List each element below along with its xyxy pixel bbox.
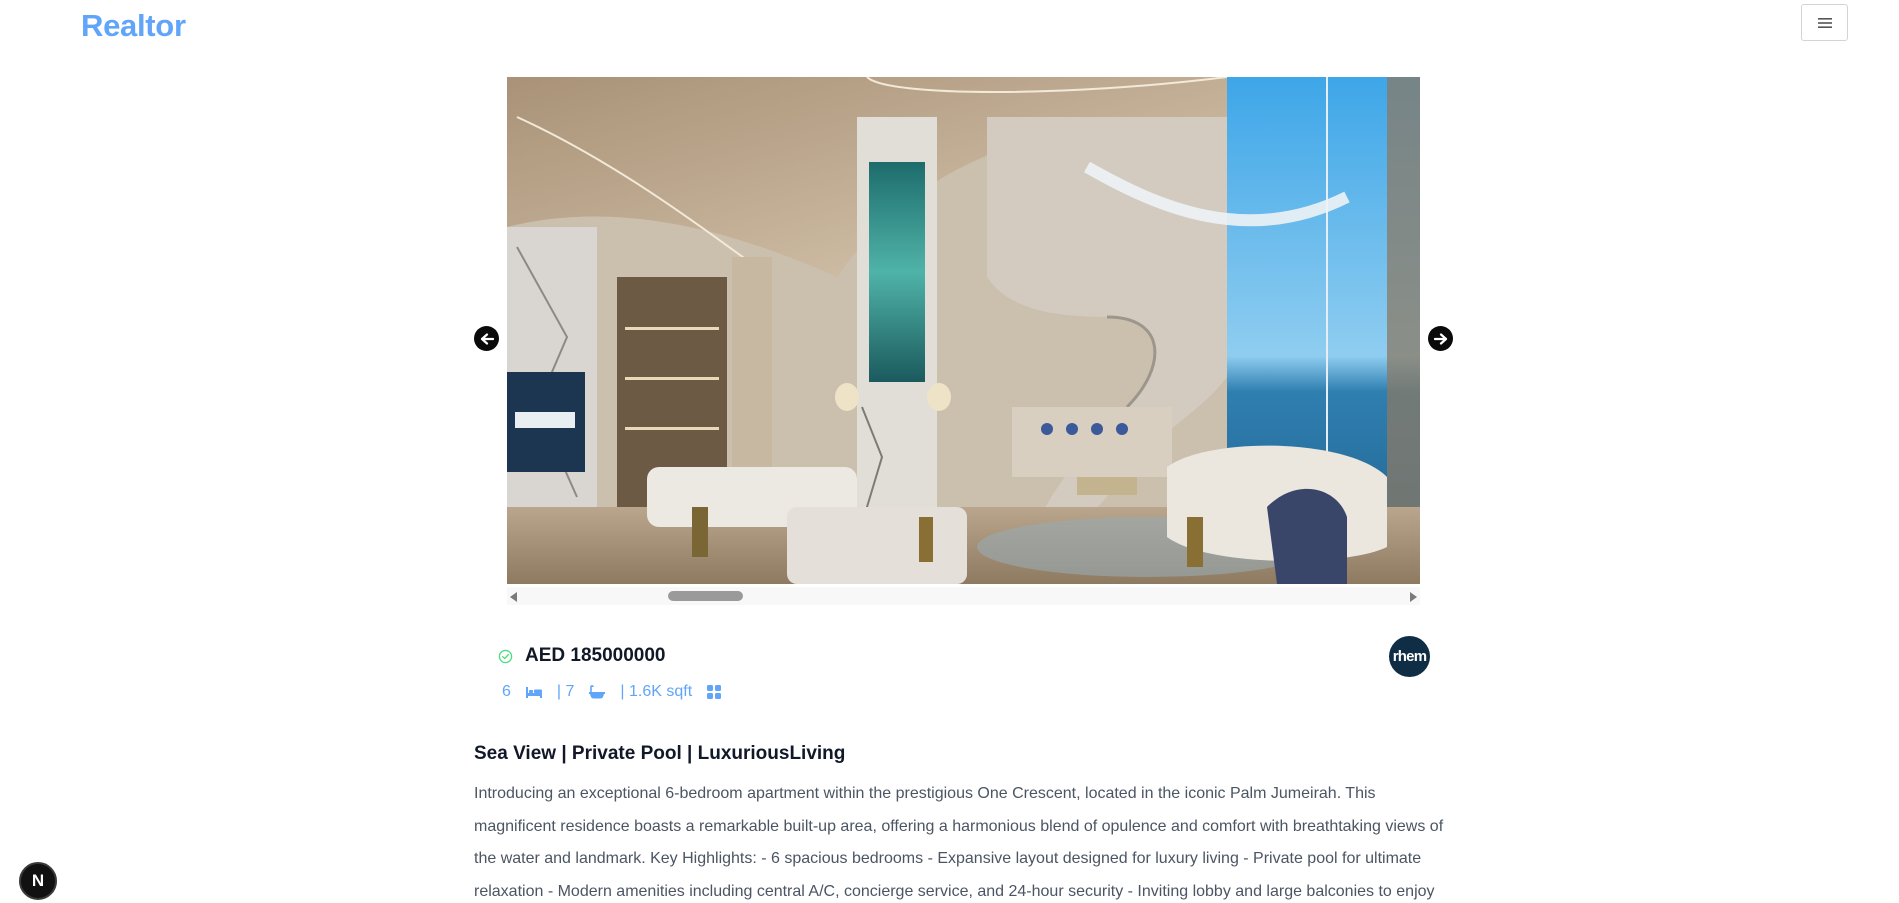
bathtub-icon <box>589 685 606 699</box>
scroll-right-icon[interactable] <box>1410 592 1417 602</box>
grid-icon <box>707 685 722 699</box>
image-carousel[interactable] <box>507 77 1420 608</box>
arrow-right-icon <box>1433 332 1447 345</box>
listing-price: AED 185000000 <box>525 645 666 666</box>
listing-description: Introducing an exceptional 6-bedroom apa… <box>474 785 1444 900</box>
check-circle-icon <box>498 649 513 663</box>
agency-logo[interactable]: rhem <box>1389 636 1430 677</box>
menu-button[interactable] <box>1801 4 1848 41</box>
price-row: AED 185000000 <box>498 645 666 667</box>
arrow-left-icon <box>480 332 494 345</box>
listing-photo <box>507 77 1420 584</box>
bed-icon <box>525 687 542 698</box>
listing-title: Sea View | Private Pool | LuxuriousLivin… <box>474 743 846 764</box>
devtools-badge[interactable]: N <box>19 862 57 900</box>
scrollbar-thumb[interactable] <box>668 591 743 601</box>
hamburger-icon <box>1817 17 1832 28</box>
next-image-button[interactable] <box>1428 326 1453 351</box>
prev-image-button[interactable] <box>474 326 499 351</box>
area-size: | 1.6K sqft <box>620 683 693 700</box>
bedroom-count: 6 <box>502 683 511 700</box>
carousel-scrollbar[interactable] <box>507 587 1420 605</box>
bathroom-count: | 7 <box>556 683 575 700</box>
listing-stats: 6 | 7 | 1.6K sqft <box>502 683 736 701</box>
scroll-left-icon[interactable] <box>510 592 517 602</box>
brand-logo[interactable]: Realtor <box>81 8 186 44</box>
listing-photo-illustration <box>507 77 1420 584</box>
